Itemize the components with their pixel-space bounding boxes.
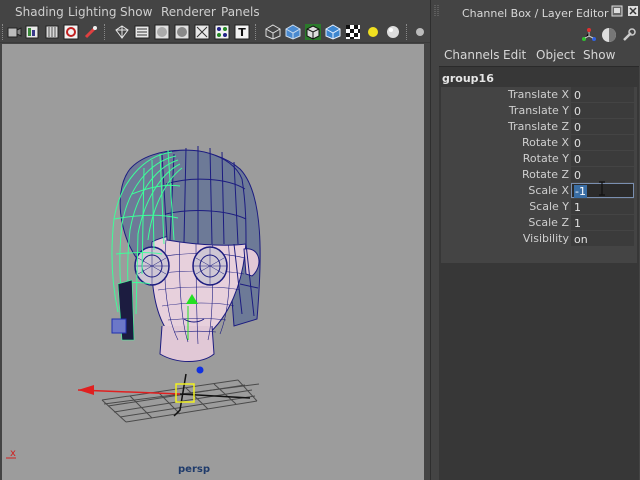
attr-label: Rotate Z bbox=[521, 168, 569, 181]
attr-row-translate-x[interactable]: Translate X 0 bbox=[441, 87, 637, 103]
attr-row-translate-y[interactable]: Translate Y 0 bbox=[441, 103, 637, 119]
channels-menu[interactable]: Channels bbox=[444, 48, 500, 62]
attr-label: Scale Z bbox=[528, 216, 569, 229]
attr-row-rotate-y[interactable]: Rotate Y 0 bbox=[441, 151, 637, 167]
attr-label: Translate X bbox=[508, 88, 569, 101]
attr-row-scale-y[interactable]: Scale Y 1 bbox=[441, 199, 637, 215]
attr-value-field[interactable]: 0 bbox=[571, 103, 634, 118]
toolbar-separator bbox=[104, 24, 106, 40]
attr-value-field[interactable]: 0 bbox=[571, 135, 634, 150]
attr-row-rotate-x[interactable]: Rotate X 0 bbox=[441, 135, 637, 151]
float-panel-icon[interactable] bbox=[611, 5, 623, 17]
x-axis-arrow bbox=[78, 385, 94, 395]
renderer-menu[interactable]: Renderer bbox=[161, 5, 216, 19]
attr-label: Visibility bbox=[522, 232, 569, 245]
shaded-icon[interactable] bbox=[265, 24, 281, 40]
more-icon[interactable] bbox=[412, 24, 428, 40]
character-head-mesh[interactable] bbox=[111, 146, 261, 362]
attr-value-field[interactable]: 1 bbox=[571, 215, 634, 230]
attr-value-field[interactable]: 1 bbox=[571, 199, 634, 214]
svg-text:T: T bbox=[238, 26, 246, 39]
wireframe-icon[interactable] bbox=[114, 24, 130, 40]
attr-label: Rotate X bbox=[521, 136, 569, 149]
channel-box-panel: Channel Box / Layer Editor Channels Edit… bbox=[430, 0, 640, 480]
bookmarks-icon[interactable] bbox=[44, 24, 60, 40]
image-plane-icon[interactable] bbox=[63, 24, 79, 40]
select-camera-icon[interactable] bbox=[6, 24, 22, 40]
two-d-pan-icon[interactable] bbox=[83, 24, 99, 40]
axis-indicator-x: x bbox=[10, 448, 16, 459]
viewport-toolbar: T bbox=[0, 21, 430, 43]
channel-box-mode-icon[interactable] bbox=[581, 27, 597, 43]
edit-menu[interactable]: Edit bbox=[503, 48, 526, 62]
attr-row-scale-z[interactable]: Scale Z 1 bbox=[441, 215, 637, 231]
show-menu[interactable]: Show bbox=[583, 48, 615, 62]
eye-right bbox=[192, 246, 228, 286]
camera-label: persp bbox=[178, 464, 210, 475]
attr-label: Translate Z bbox=[508, 120, 569, 133]
shadow-icon[interactable] bbox=[385, 24, 401, 40]
control-handle[interactable] bbox=[111, 318, 127, 334]
attr-value-field[interactable]: 0 bbox=[571, 167, 634, 182]
xray-icon[interactable]: T bbox=[234, 24, 250, 40]
bounding-box-icon[interactable] bbox=[174, 24, 190, 40]
checker-icon[interactable] bbox=[345, 24, 361, 40]
show-menu[interactable]: Show bbox=[120, 5, 152, 19]
light-icon[interactable] bbox=[365, 24, 381, 40]
flat-shade-icon[interactable] bbox=[154, 24, 170, 40]
attr-label: Translate Y bbox=[508, 104, 569, 117]
attr-value-field[interactable]: 0 bbox=[571, 87, 634, 102]
viewport-panel: Shading Lighting Show Renderer Panels T bbox=[0, 0, 430, 480]
object-name[interactable]: group16 bbox=[442, 72, 494, 85]
attr-row-visibility[interactable]: Visibility on bbox=[441, 231, 637, 247]
attr-row-translate-z[interactable]: Translate Z 0 bbox=[441, 119, 637, 135]
attr-row-scale-x[interactable]: Scale X -1 bbox=[441, 183, 637, 199]
channel-box-body: group16 Translate X 0 Translate Y 0 Tran… bbox=[439, 66, 639, 480]
ground-grid bbox=[101, 379, 260, 423]
pivot-handle[interactable] bbox=[196, 366, 204, 374]
object-menu[interactable]: Object bbox=[536, 48, 575, 62]
channel-box-title: Channel Box / Layer Editor bbox=[462, 7, 609, 20]
backface-icon[interactable] bbox=[305, 24, 321, 40]
toolbar-separator bbox=[406, 24, 408, 40]
channel-box-icon-row bbox=[431, 24, 640, 46]
attr-label: Rotate Y bbox=[522, 152, 569, 165]
attr-value-field[interactable]: 0 bbox=[571, 119, 634, 134]
toolbar-separator bbox=[2, 24, 4, 40]
smooth-shade-icon[interactable] bbox=[134, 24, 150, 40]
z-axis-line bbox=[179, 393, 251, 399]
close-icon[interactable] bbox=[627, 5, 639, 17]
text-cursor-icon bbox=[599, 181, 605, 196]
attr-row-rotate-z[interactable]: Rotate Z 0 bbox=[441, 167, 637, 183]
attribute-list: Translate X 0 Translate Y 0 Translate Z … bbox=[441, 87, 637, 263]
perspective-viewport[interactable]: x persp bbox=[2, 44, 424, 480]
selected-text: -1 bbox=[574, 185, 587, 198]
layer-editor-mode-icon[interactable] bbox=[601, 27, 617, 43]
shading-menu[interactable]: Shading bbox=[15, 5, 64, 19]
attr-label: Scale Y bbox=[529, 200, 569, 213]
toolbar-separator bbox=[255, 24, 257, 40]
settings-wrench-icon[interactable] bbox=[621, 27, 637, 43]
lighting-menu[interactable]: Lighting bbox=[68, 5, 117, 19]
points-icon[interactable] bbox=[194, 24, 210, 40]
panel-drag-handle-icon[interactable] bbox=[433, 3, 441, 19]
camera-attributes-icon[interactable] bbox=[24, 24, 40, 40]
attr-value-field[interactable]: on bbox=[571, 231, 634, 246]
panels-menu[interactable]: Panels bbox=[221, 5, 260, 19]
attr-value-field[interactable]: 0 bbox=[571, 151, 634, 166]
attr-label: Scale X bbox=[528, 184, 569, 197]
textured-icon[interactable] bbox=[214, 24, 230, 40]
checker-icon[interactable] bbox=[325, 24, 341, 40]
scene-canvas: x bbox=[6, 146, 261, 459]
wireframe-on-shaded-icon[interactable] bbox=[285, 24, 301, 40]
